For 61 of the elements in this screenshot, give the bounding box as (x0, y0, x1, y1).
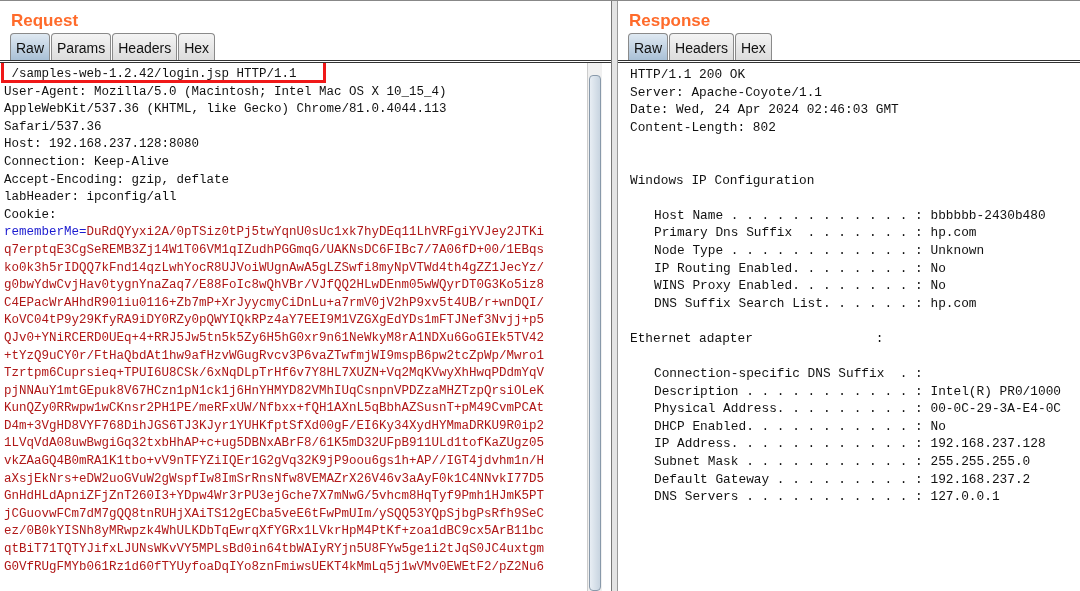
text-line: Date: Wed, 24 Apr 2024 02:46:03 GMT (630, 101, 900, 119)
cookie-name: rememberMe= (4, 225, 87, 240)
text-line: IP Routing Enabled. . . . . . . . : No (654, 259, 947, 278)
text-line: /samples-web-1.2.42/login.jsp HTTP/1.1 (10, 66, 298, 83)
scrollbar[interactable] (587, 63, 602, 591)
cookie-value: jCGuovwFCm7dM7gQQ8tnRUHjXAiTS12gECba5veE6tFwPmUIm/ySQQ53YQpSjbgPsRfh9SeC (4, 506, 545, 521)
cookie-value: pjNNAuY1mtGEpuk8V67HCzn1pN1ck1j6HnYHMYD82VMhIUqCsnpnVPDZzaMHZTzpQrsiOLeK (4, 383, 545, 398)
tab[interactable]: Headers (112, 33, 178, 60)
tab[interactable]: Raw (628, 33, 668, 60)
text-line: Connection-specific DNS Suffix . : (654, 365, 924, 383)
tab[interactable]: Params (51, 33, 112, 60)
text-line: Physical Address. . . . . . . . . : 00-0C-29-3A-E4-0C (654, 400, 1062, 418)
text-line: AppleWebKit/537.36 (KHTML, like Gecko) Chrome/81.0.4044.113 (4, 101, 448, 119)
text-line: Safari/537.36 (4, 118, 103, 136)
text-line: Cookie: (4, 206, 58, 224)
cookie-value: KunQZy0RRwpw1wCKnsr2PH1PE/meRFxUW/Nfbxx+fQH1AXnL5qBbhAZSusnT+pM49CvmPCAt (4, 401, 545, 416)
tab[interactable]: Headers (669, 33, 734, 60)
text-line: Host: 192.168.237.128:8080 (4, 136, 201, 154)
text-line: Default Gateway . . . . . . . . . : 192.168.237.2 (654, 470, 1032, 489)
cookie-value: Tzrtpm6Cuprsieq+TPUI6U8CSk/6xNqDLpTrHf6v7Y8HL7XUZN+Vq2MqKVwyXhHwqPDdmYqV (4, 366, 545, 381)
text-line: IP Address. . . . . . . . . . . . : 192.168.237.128 (654, 435, 1047, 454)
cookie-value: q7erptqE3CgSeREMB3Zj14W1T06VM1qIZudhPGGmqG/UAKNsDC6FIBc7/7A06fD+00/1EBqs (4, 242, 545, 257)
cookie-value: C4EPacWrAHhdR901iu0116+Zb7mP+XrJyycmyCiDnLu+a7rmV0jV2hP9xv5t4UB/r+wnDQI/ (4, 295, 545, 310)
text-line: Windows IP Configuration (630, 171, 816, 190)
cookie-value: 1LVqVdA08uwBwgiGq32txbHhAP+c+ug5DBNxABrF8/61K5mD32UFpB911ULd1tofKaZUgz05 (4, 436, 545, 451)
text-line: Content-Length: 802 (630, 118, 777, 137)
text-line: labHeader: ipconfig/all (4, 189, 178, 207)
tab[interactable]: Raw (10, 33, 50, 60)
text-line: Server: Apache-Coyote/1.1 (630, 83, 823, 102)
panel-title: Request (10, 10, 79, 32)
cookie-value: GnHdHLdApniZFjZnT260I3+YDpw4Wr3rPU3ejGche7X7mNwG/5vhcm8HqTyf9Pmh1HJmK5PT (4, 489, 545, 504)
cookie-value: vkZAaGQ4B0mRA1K1tbo+vV9nTFYZiIQEr1G2gVq32K9jP9oou6gs1h+AP//IGT4jdvhm1n/H (4, 454, 545, 469)
tab[interactable]: Hex (178, 33, 216, 60)
cookie-value: G0VfRUgFMYb061Rz1d60fTYUyfoaDqIYo8znFmiwsUEKT4kMmLq5j1wVMv0EWEtF2/pZ2Nu6 (4, 559, 545, 574)
text-line: Primary Dns Suffix . . . . . . . : hp.com (654, 224, 978, 242)
scrollbar-thumb[interactable] (589, 75, 601, 591)
text-line: Accept-Encoding: gzip, deflate (4, 171, 231, 189)
panel-title: Response (628, 10, 711, 32)
text-line: Ethernet adapter : (630, 329, 885, 348)
text-line: WINS Proxy Enabled. . . . . . . . : No (654, 277, 947, 295)
cookie-value: +tYzQ9uCY0r/FtHaQbdAt1hw9afHzvWGugRvcv3P6vaZTwfmjWI9mspB6pw2tcZpWp/Mwro1 (4, 348, 545, 363)
text-line: User-Agent: Mozilla/5.0 (Macintosh; Intel Mac OS X 10_15_4) (4, 83, 448, 101)
cookie-value: ko0k3h5rIDQQ7kFnd14qzLwhYocR8UJVoiWUgnAwA5gLZSwfi8myNpVTWd4th4gZZ1JecYz/ (4, 260, 545, 275)
cookie-value: QJv0+YNiRCERD0UEq+4+RRJ5Jw5tn5k5Zy6H5hG0xr9n61NeWkyM8rA1NDXu6GoGIEk5TV42 (4, 330, 545, 345)
text-line: DNS Suffix Search List. . . . . . : hp.com (654, 294, 978, 313)
text-line: Host Name . . . . . . . . . . . . : bbbbbb-2430b480 (654, 206, 1047, 225)
cookie-value: qtBiT71TQTYJifxLJUNsWKvVY5MPLsBd0in64tbWAIyRYjn5U8FYw5ge1i2tJqS0JC4uxtgm (4, 542, 545, 557)
cookie-value: KoVC04tP9y29KfyRA9iDY0RZy0pQWYIQkRPz4aY7EEI9M1VZGXgEdYDs1mFTJNef3Nvjj+p5 (4, 313, 545, 328)
cookie-value: D4m+3VgHD8VYF768DihJGS6TJ3KJyr1YUHKfptSfXd00gF/EI6Ky34XydHYMmaDRKU9R0ip2 (4, 418, 545, 433)
text-line: Node Type . . . . . . . . . . . . : Unknown (654, 241, 986, 260)
cookie-value: g0bwYdwCvjHav0tygnYnaZaq7/E88FoIc8wQhVBr/VJfQQ2HLwDEnm05wWQyrDT0G3Ko5iz8 (4, 278, 545, 293)
cookie-value: aXsjEkNrs+eDW2uoGVuW2gWspfIw8ImSrRnsNfw8VEMAZrX26V46v3aAyF0k1C4NNvkI77D5 (4, 471, 545, 486)
cookie-value: ez/0B0kYISNh8yMRwpzk4WhULKDbTqEwrqXfYGRx1LVkrHpM4PtKf+zoa1dBC9cx5ArB11bc (4, 524, 545, 539)
text-line: Subnet Mask . . . . . . . . . . . : 255.255.255.0 (654, 453, 1032, 471)
text-line: DNS Servers . . . . . . . . . . . : 127.0.0.1 (654, 488, 1001, 506)
text-line: Description . . . . . . . . . . . : Intel(R) PR0/1000 (654, 382, 1062, 401)
text-line: HTTP/1.1 200 OK (630, 66, 747, 84)
text-line: DHCP Enabled. . . . . . . . . . . : No (654, 417, 947, 436)
text-line: Connection: Keep-Alive (4, 153, 171, 171)
tab[interactable]: Hex (734, 33, 772, 60)
cookie-value: DuRdQYyxi2A/0pTSiz0tPj5twYqnU0sUc1xk7hyDEq11LhVRFgiYVJey2JTKi (86, 225, 545, 240)
